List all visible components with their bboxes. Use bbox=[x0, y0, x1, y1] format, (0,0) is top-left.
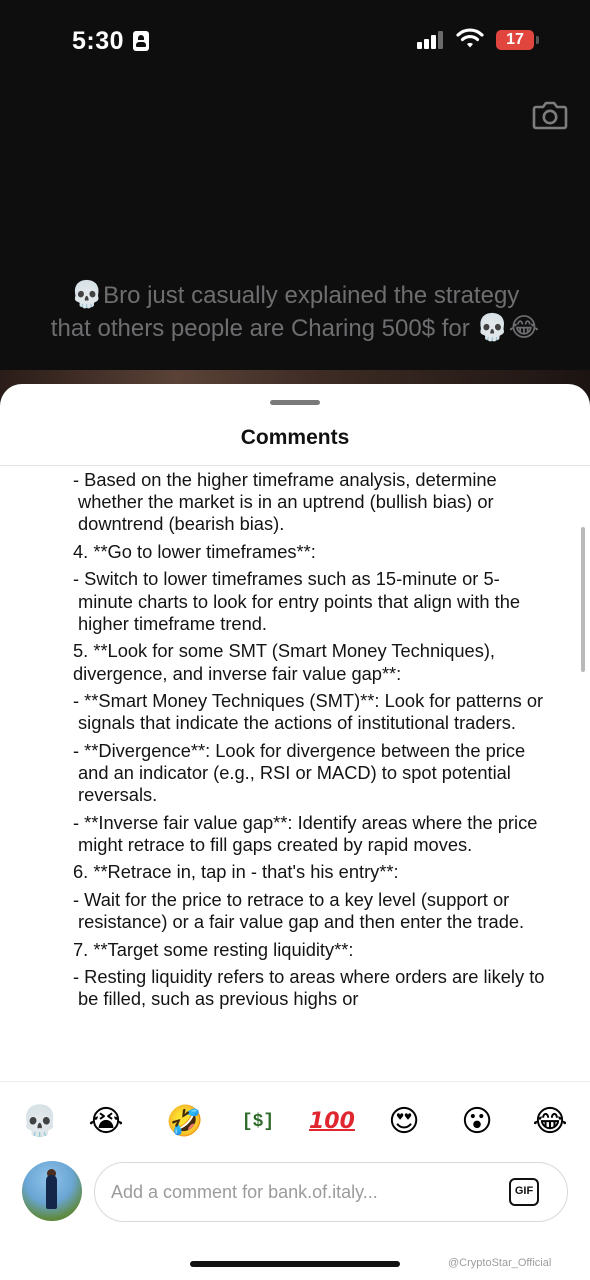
reaction-loudly-crying-button[interactable]: 😭 bbox=[84, 1100, 128, 1144]
contact-card-icon bbox=[133, 31, 149, 51]
scroll-fade bbox=[0, 1059, 590, 1081]
status-bar: 5:30 17 bbox=[0, 0, 590, 80]
tears-of-joy-emoji: 😂 bbox=[508, 313, 540, 343]
comment-step-detail: - **Divergence**: Look for divergence be… bbox=[73, 739, 526, 806]
comment-step-detail: - **Inverse fair value gap**: Identify a… bbox=[73, 811, 538, 855]
comment-step-heading: 5. **Look for some SMT (Smart Money Tech… bbox=[73, 640, 496, 684]
status-time: 5:30 bbox=[72, 27, 125, 55]
skull-emoji: 💀 bbox=[70, 280, 104, 310]
scrollbar[interactable] bbox=[581, 527, 585, 672]
gif-button[interactable]: GIF bbox=[509, 1178, 539, 1206]
quick-reactions-bar: 💀 😭 🤣 [$] 100 😍 😮 😂 bbox=[0, 1100, 590, 1144]
divider bbox=[0, 1081, 590, 1082]
comment-step-detail: - Based on the higher timeframe analysis… bbox=[73, 469, 497, 535]
reaction-tears-of-joy-button[interactable]: 😂 bbox=[528, 1100, 572, 1144]
caption-text-2: that others people are Charing 500$ for bbox=[50, 315, 470, 342]
comments-sheet: Comments - Based on the higher timeframe… bbox=[0, 384, 590, 1280]
comment-list[interactable]: - Based on the higher timeframe analysis… bbox=[0, 466, 590, 1081]
watermark: @CryptoStar_Official bbox=[448, 1257, 552, 1269]
comment-step-heading: 4. **Go to lower timeframes**: bbox=[73, 540, 316, 562]
sheet-drag-handle[interactable] bbox=[270, 400, 320, 405]
video-caption: 💀Bro just casually explained the strateg… bbox=[0, 279, 590, 345]
camera-icon[interactable] bbox=[532, 98, 568, 132]
reaction-skull-button[interactable]: 💀 bbox=[18, 1100, 62, 1144]
avatar[interactable] bbox=[22, 1161, 82, 1221]
comment-input[interactable] bbox=[111, 1163, 491, 1221]
caption-text-1: Bro just casually explained the strategy bbox=[103, 282, 520, 309]
sheet-title: Comments bbox=[240, 426, 350, 449]
comment-step-detail: - **Smart Money Techniques (SMT)**: Look… bbox=[73, 690, 544, 734]
wifi-icon bbox=[456, 28, 484, 48]
reaction-astonished-button[interactable]: 😮 bbox=[455, 1100, 499, 1144]
skull-emoji: 💀 bbox=[476, 313, 509, 343]
video-backdrop[interactable]: 5:30 17 💀Bro just casually explained the… bbox=[0, 0, 590, 420]
reaction-rofl-button[interactable]: 🤣 bbox=[163, 1100, 207, 1144]
cellular-signal-icon bbox=[417, 31, 445, 49]
comment-text: - Based on the higher timeframe analysis… bbox=[73, 469, 553, 1016]
comment-step-detail: - Wait for the price to retrace to a key… bbox=[73, 888, 525, 933]
caption-line-2: that others people are Charing 500$ for … bbox=[0, 312, 590, 345]
comment-step-heading: 7. **Target some resting liquidity**: bbox=[73, 938, 354, 960]
reaction-hundred-points-button[interactable]: 100 bbox=[309, 1100, 355, 1144]
reaction-heart-eyes-button[interactable]: 😍 bbox=[382, 1100, 426, 1144]
comment-step-detail: - Resting liquidity refers to areas wher… bbox=[73, 966, 545, 1010]
caption-line-1: 💀Bro just casually explained the strateg… bbox=[0, 279, 590, 312]
comment-composer[interactable]: GIF bbox=[94, 1162, 568, 1222]
comment-step-detail: - Switch to lower timeframes such as 15-… bbox=[73, 568, 521, 634]
home-indicator[interactable] bbox=[190, 1261, 400, 1267]
reaction-dollar-bill-button[interactable]: [$] bbox=[236, 1100, 280, 1144]
comment-step-heading: 6. **Retrace in, tap in - that's his ent… bbox=[73, 861, 399, 883]
battery-indicator: 17 bbox=[496, 30, 539, 50]
